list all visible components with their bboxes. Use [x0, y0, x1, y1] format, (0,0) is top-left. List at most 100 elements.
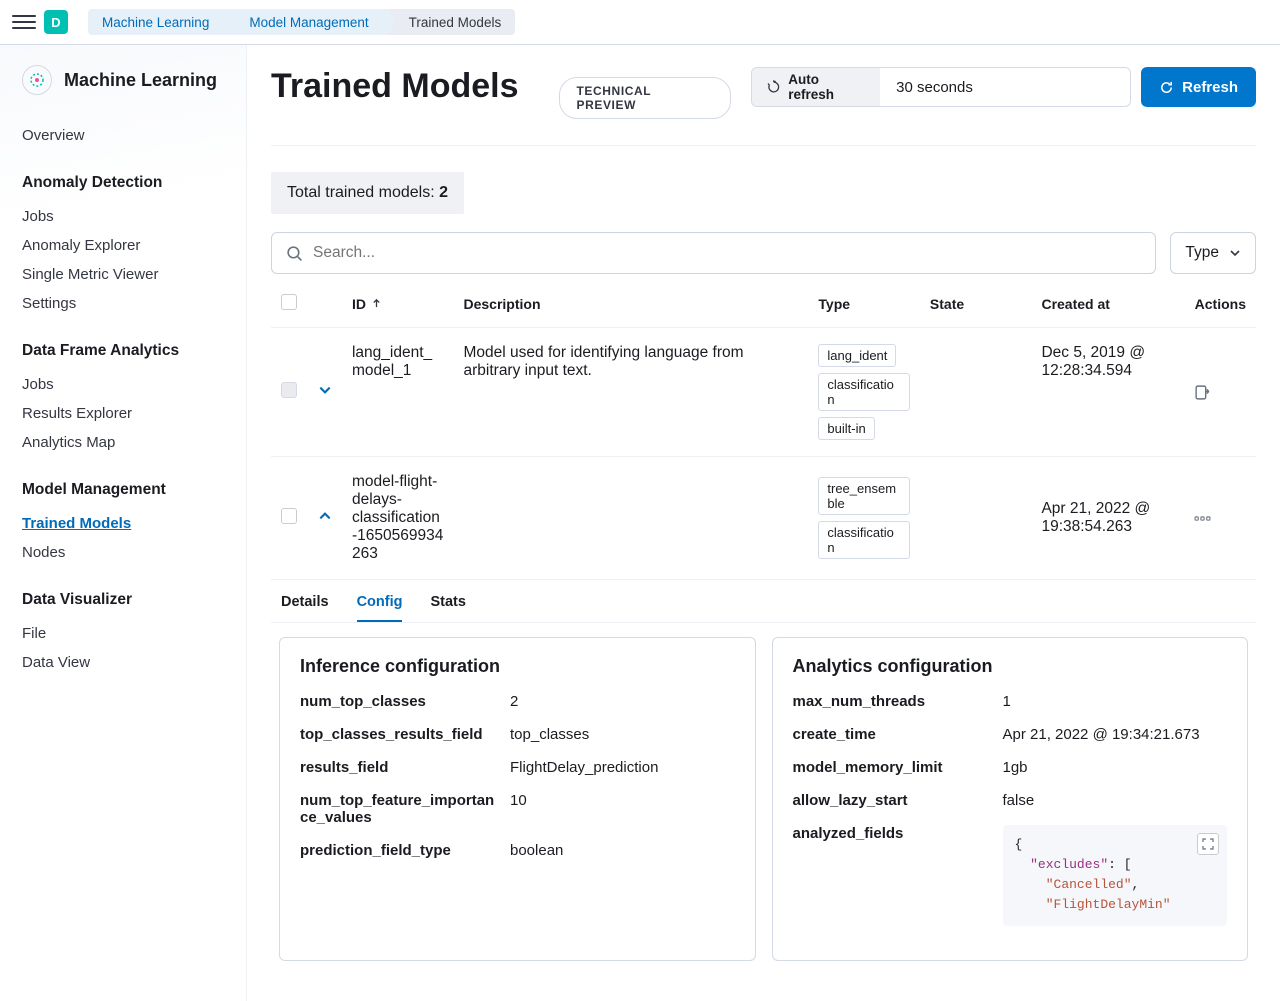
row-checkbox[interactable] [281, 508, 297, 524]
column-id-sort[interactable]: ID [352, 296, 382, 312]
type-tag: classification [818, 521, 910, 559]
fullscreen-icon [1202, 838, 1214, 850]
auto-refresh-toggle[interactable]: Auto refresh [752, 68, 880, 106]
chevron-down-icon [318, 383, 332, 397]
config-key: allow_lazy_start [793, 792, 1003, 809]
model-created-at: Dec 5, 2019 @ 12:28:34.594 [1031, 328, 1183, 457]
sidebar-item-nodes[interactable]: Nodes [22, 538, 224, 567]
deploy-action-button[interactable] [1194, 384, 1246, 401]
model-description [454, 457, 809, 580]
breadcrumb-item[interactable]: Machine Learning [88, 9, 227, 35]
select-all-checkbox[interactable] [281, 294, 297, 310]
auto-refresh-value[interactable]: 30 seconds [880, 68, 1130, 106]
inference-config-title: Inference configuration [300, 656, 735, 677]
config-value: FlightDelay_prediction [510, 759, 735, 776]
sidebar-item-dfa-jobs[interactable]: Jobs [22, 370, 224, 399]
table-row-detail: Details Config Stats Inference configura… [271, 580, 1256, 961]
chevron-up-icon [318, 509, 332, 523]
analyzed-fields-json: { "excludes": [ "Cancelled", "FlightDela… [1003, 825, 1228, 926]
search-input-wrapper[interactable] [271, 232, 1156, 274]
tab-config[interactable]: Config [357, 594, 403, 622]
timer-icon [766, 79, 782, 95]
sidebar-item-data-view[interactable]: Data View [22, 648, 224, 677]
json-key: "excludes" [1030, 857, 1108, 872]
chevron-down-icon [1229, 247, 1241, 259]
search-input[interactable] [313, 244, 1141, 262]
config-key: num_top_feature_importance_values [300, 792, 510, 826]
config-key: analyzed_fields [793, 825, 1003, 926]
nav-menu-toggle[interactable] [12, 10, 36, 34]
analytics-config-panel: Analytics configuration max_num_threads1… [772, 637, 1249, 961]
sidebar-item-single-metric-viewer[interactable]: Single Metric Viewer [22, 260, 224, 289]
column-state[interactable]: State [920, 280, 1032, 328]
sort-asc-icon [371, 298, 382, 309]
table-row: model-flight-delays-classification-16505… [271, 457, 1256, 580]
column-description[interactable]: Description [454, 280, 809, 328]
sidebar-item-results-explorer[interactable]: Results Explorer [22, 399, 224, 428]
type-filter-label: Type [1185, 244, 1219, 262]
app-badge[interactable]: D [44, 10, 68, 34]
config-value: 1 [1003, 693, 1228, 710]
inference-config-panel: Inference configuration num_top_classes2… [279, 637, 756, 961]
page-title: Trained Models [271, 67, 539, 106]
model-state [920, 457, 1032, 580]
analytics-config-title: Analytics configuration [793, 656, 1228, 677]
config-value: boolean [510, 842, 735, 859]
model-state [920, 328, 1032, 457]
row-checkbox [281, 382, 297, 398]
refresh-button[interactable]: Refresh [1141, 67, 1256, 107]
type-filter[interactable]: Type [1170, 232, 1256, 274]
breadcrumb-item[interactable]: Model Management [227, 9, 386, 35]
sidebar-item-settings[interactable]: Settings [22, 289, 224, 318]
sidebar-group-anomaly-detection: Anomaly Detection [22, 174, 224, 192]
sidebar-group-model-management: Model Management [22, 481, 224, 499]
config-key: results_field [300, 759, 510, 776]
technical-preview-badge: TECHNICAL PREVIEW [559, 77, 730, 119]
json-string: "Cancelled" [1046, 877, 1132, 892]
top-bar: D Machine Learning Model Management Trai… [0, 0, 1280, 45]
column-type[interactable]: Type [808, 280, 920, 328]
config-key: prediction_field_type [300, 842, 510, 859]
expand-code-button[interactable] [1197, 833, 1219, 855]
config-value: top_classes [510, 726, 735, 743]
deploy-icon [1194, 384, 1211, 401]
config-value: Apr 21, 2022 @ 19:34:21.673 [1003, 726, 1228, 743]
config-key: top_classes_results_field [300, 726, 510, 743]
column-actions: Actions [1184, 280, 1256, 328]
type-tag: built-in [818, 417, 874, 440]
column-created-at[interactable]: Created at [1031, 280, 1183, 328]
expand-row-button[interactable] [318, 383, 332, 397]
sidebar: Machine Learning Overview Anomaly Detect… [0, 45, 247, 1001]
model-id: lang_ident_model_1 [342, 328, 454, 457]
sidebar-item-trained-models[interactable]: Trained Models [22, 509, 224, 538]
sidebar-item-file[interactable]: File [22, 619, 224, 648]
more-icon [1194, 510, 1211, 527]
model-types: tree_ensemble classification [818, 477, 910, 559]
total-label: Total trained models: [287, 184, 439, 201]
table-row: lang_ident_model_1 Model used for identi… [271, 328, 1256, 457]
tab-stats[interactable]: Stats [430, 594, 465, 622]
total-models-badge: Total trained models: 2 [271, 172, 464, 214]
config-value: 1gb [1003, 759, 1228, 776]
config-value: 2 [510, 693, 735, 710]
config-value: false [1003, 792, 1228, 809]
auto-refresh-label: Auto refresh [788, 72, 866, 102]
auto-refresh-control: Auto refresh 30 seconds [751, 67, 1131, 107]
tab-details[interactable]: Details [281, 594, 329, 622]
divider [271, 145, 1256, 146]
sidebar-item-analytics-map[interactable]: Analytics Map [22, 428, 224, 457]
more-actions-button[interactable] [1194, 510, 1246, 527]
model-description: Model used for identifying language from… [454, 328, 809, 457]
sidebar-item-anomaly-explorer[interactable]: Anomaly Explorer [22, 231, 224, 260]
sidebar-item-jobs[interactable]: Jobs [22, 202, 224, 231]
sidebar-item-overview[interactable]: Overview [22, 121, 224, 150]
breadcrumb-item: Trained Models [387, 9, 516, 35]
sidebar-group-data-frame-analytics: Data Frame Analytics [22, 342, 224, 360]
sidebar-title: Machine Learning [64, 70, 217, 91]
json-string: "FlightDelayMin" [1046, 897, 1171, 912]
main-content: Trained Models TECHNICAL PREVIEW Auto re… [247, 45, 1280, 1001]
config-value: 10 [510, 792, 735, 826]
search-icon [286, 245, 303, 262]
collapse-row-button[interactable] [318, 509, 332, 523]
refresh-icon [1159, 80, 1174, 95]
